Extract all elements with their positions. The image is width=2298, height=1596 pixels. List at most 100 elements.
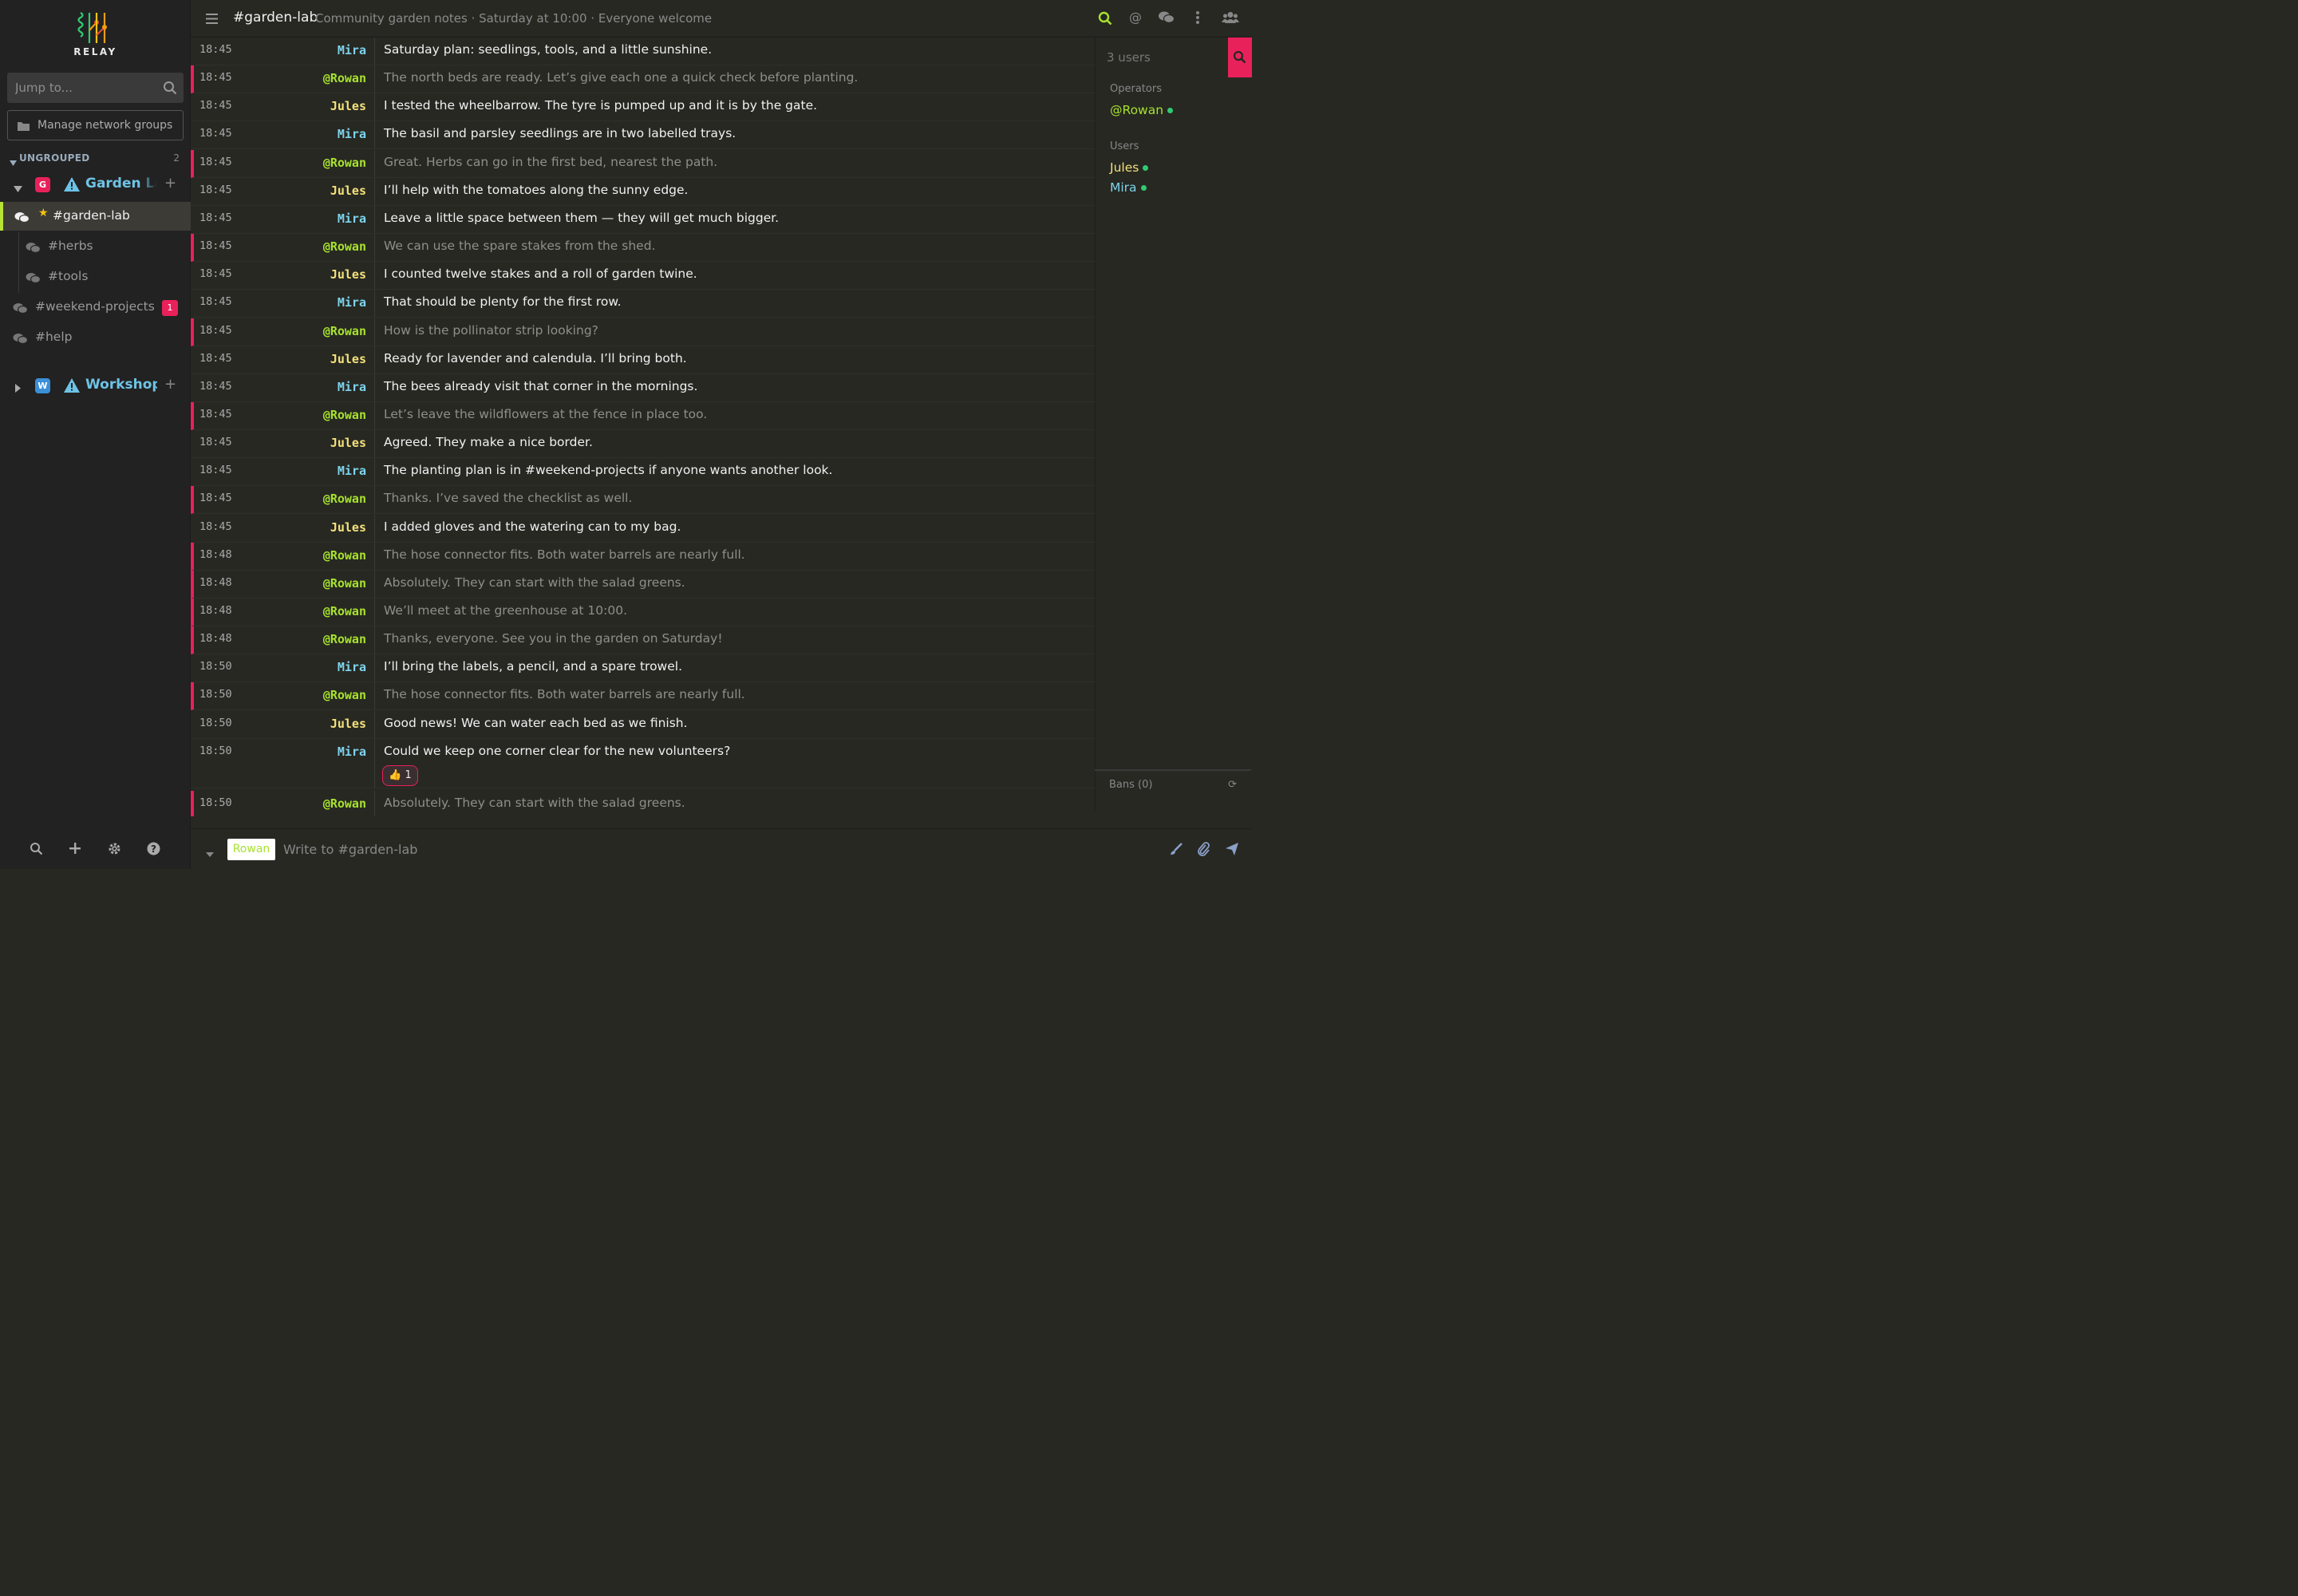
channel-garden-lab[interactable]: ★ #garden-lab xyxy=(0,202,191,231)
message-author[interactable]: Jules xyxy=(330,99,366,113)
channel-tools[interactable]: #tools xyxy=(0,263,191,291)
bans-section[interactable]: Bans (0) ⟳ xyxy=(1095,769,1251,812)
channel-help[interactable]: #help xyxy=(0,323,191,352)
refresh-icon[interactable]: ⟳ xyxy=(1228,779,1237,791)
message-author[interactable]: Jules xyxy=(330,717,366,731)
jump-to-input[interactable] xyxy=(7,73,159,103)
message-row: 18:45 Jules Agreed. They make a nice borde… xyxy=(191,430,1095,459)
channel-name: #help xyxy=(35,330,73,344)
users-icon[interactable] xyxy=(1222,11,1239,27)
message-time: 18:45 xyxy=(199,211,232,224)
message-author[interactable]: Jules xyxy=(330,184,366,198)
more-options-icon[interactable] xyxy=(1196,11,1199,27)
network-name: Workshop xyxy=(85,377,157,393)
message-text: Thanks, everyone. See you in the garden … xyxy=(384,631,723,646)
caret-right-icon[interactable] xyxy=(15,381,21,396)
sidebar: RELAY Manage network groups UNGROUPED 2 xyxy=(0,0,191,869)
search-icon[interactable] xyxy=(30,842,43,859)
message-author[interactable]: @Rowan xyxy=(323,156,366,170)
message-author[interactable]: @Rowan xyxy=(323,548,366,563)
message-author[interactable]: @Rowan xyxy=(323,576,366,591)
network-garden-lab[interactable]: G Garden Lab + xyxy=(0,173,191,197)
caret-down-icon xyxy=(10,154,17,169)
message-text: I’ll help with the tomatoes along the su… xyxy=(384,182,689,197)
paperclip-icon[interactable] xyxy=(1197,842,1210,859)
message-row: 18:45 Jules I tested the wheelbarrow. The … xyxy=(191,93,1095,122)
message-time: 18:45 xyxy=(199,127,232,140)
channel-header: #garden-lab Community garden notes · Sat… xyxy=(191,0,1251,38)
message-row: 18:45 @Rowan How is the pollinator strip l… xyxy=(191,318,1095,346)
message-author[interactable]: Mira xyxy=(338,127,366,141)
message-row: 18:50 Mira I’ll bring the labels, a pencil… xyxy=(191,654,1095,683)
message-author[interactable]: @Rowan xyxy=(323,408,366,422)
column-divider xyxy=(374,93,375,121)
message-author[interactable]: Mira xyxy=(338,660,366,674)
user-name: @Rowan xyxy=(1110,103,1164,117)
gear-icon[interactable] xyxy=(108,842,121,859)
relay-logo-icon xyxy=(77,12,107,43)
channel-herbs[interactable]: #herbs xyxy=(0,232,191,261)
message-list[interactable]: 18:45 Mira Saturday plan: seedlings, tools… xyxy=(191,38,1095,816)
message-row: 18:45 @Rowan The north beds are ready. Let… xyxy=(191,65,1095,94)
send-icon[interactable] xyxy=(1225,842,1239,859)
channel-weekend-projects[interactable]: #weekend-projects 1 xyxy=(0,293,191,322)
message-text: Great. Herbs can go in the first bed, ne… xyxy=(384,154,718,169)
message-time: 18:50 xyxy=(199,688,232,701)
column-divider xyxy=(374,710,375,738)
operators-label: Operators xyxy=(1110,83,1162,95)
message-row: 18:45 Mira Leave a little space between th… xyxy=(191,205,1095,234)
user-jules[interactable]: Jules xyxy=(1110,160,1149,175)
message-author[interactable]: Jules xyxy=(330,352,366,366)
brush-icon[interactable] xyxy=(1169,842,1183,859)
reaction-button[interactable]: 👍 1 xyxy=(382,764,418,786)
search-icon[interactable] xyxy=(1098,11,1112,29)
users-label: Users xyxy=(1110,140,1139,152)
message-time: 18:50 xyxy=(199,660,232,674)
message-text: Could we keep one corner clear for the n… xyxy=(384,743,731,758)
relay-app: RELAY Manage network groups UNGROUPED 2 xyxy=(0,0,1252,869)
message-row: 18:45 @Rowan Thanks. I’ve saved the checkl… xyxy=(191,486,1095,515)
nick-button[interactable]: Rowan xyxy=(227,839,275,860)
message-author[interactable]: Mira xyxy=(338,211,366,226)
caret-down-icon[interactable] xyxy=(14,180,22,196)
bans-label: Bans (0) xyxy=(1109,779,1153,791)
message-author[interactable]: @Rowan xyxy=(323,796,366,811)
add-channel-icon[interactable]: + xyxy=(164,376,176,393)
network-workshop[interactable]: W Workshop + xyxy=(0,374,191,398)
column-divider xyxy=(374,626,375,654)
mentions-icon[interactable]: @ xyxy=(1129,10,1142,25)
message-author[interactable]: @Rowan xyxy=(323,492,366,506)
message-row: 18:48 @Rowan Thanks, everyone. See you in … xyxy=(191,626,1095,655)
message-author[interactable]: Mira xyxy=(338,380,366,394)
help-icon[interactable]: ? xyxy=(147,842,160,859)
add-channel-icon[interactable]: + xyxy=(164,175,176,192)
message-author[interactable]: Mira xyxy=(338,464,366,478)
message-author[interactable]: Jules xyxy=(330,436,366,450)
message-author[interactable]: @Rowan xyxy=(323,688,366,702)
message-author[interactable]: @Rowan xyxy=(323,324,366,338)
message-time: 18:45 xyxy=(199,464,232,477)
user-rowan[interactable]: @Rowan xyxy=(1110,103,1174,117)
user-search-button[interactable] xyxy=(1228,38,1252,77)
star-icon[interactable]: ★ xyxy=(38,207,49,219)
message-author[interactable]: Mira xyxy=(338,43,366,57)
search-icon[interactable] xyxy=(163,81,177,98)
plus-icon[interactable] xyxy=(69,842,81,858)
ungrouped-header[interactable]: UNGROUPED 2 xyxy=(10,152,182,166)
chat-icon[interactable] xyxy=(1159,11,1175,27)
message-input[interactable] xyxy=(283,837,1153,861)
message-author[interactable]: Mira xyxy=(338,745,366,759)
channel-title: #garden-lab xyxy=(233,10,318,26)
message-author[interactable]: @Rowan xyxy=(323,604,366,618)
message-author[interactable]: @Rowan xyxy=(323,239,366,254)
message-author[interactable]: Mira xyxy=(338,295,366,310)
message-author[interactable]: @Rowan xyxy=(323,71,366,85)
caret-down-icon[interactable] xyxy=(206,845,214,860)
message-author[interactable]: Jules xyxy=(330,267,366,282)
user-mira[interactable]: Mira xyxy=(1110,180,1147,195)
message-author[interactable]: Jules xyxy=(330,520,366,535)
message-text: I added gloves and the watering can to m… xyxy=(384,519,681,534)
hamburger-menu-icon[interactable] xyxy=(206,12,218,27)
manage-network-groups-button[interactable]: Manage network groups xyxy=(7,110,184,140)
message-author[interactable]: @Rowan xyxy=(323,632,366,646)
